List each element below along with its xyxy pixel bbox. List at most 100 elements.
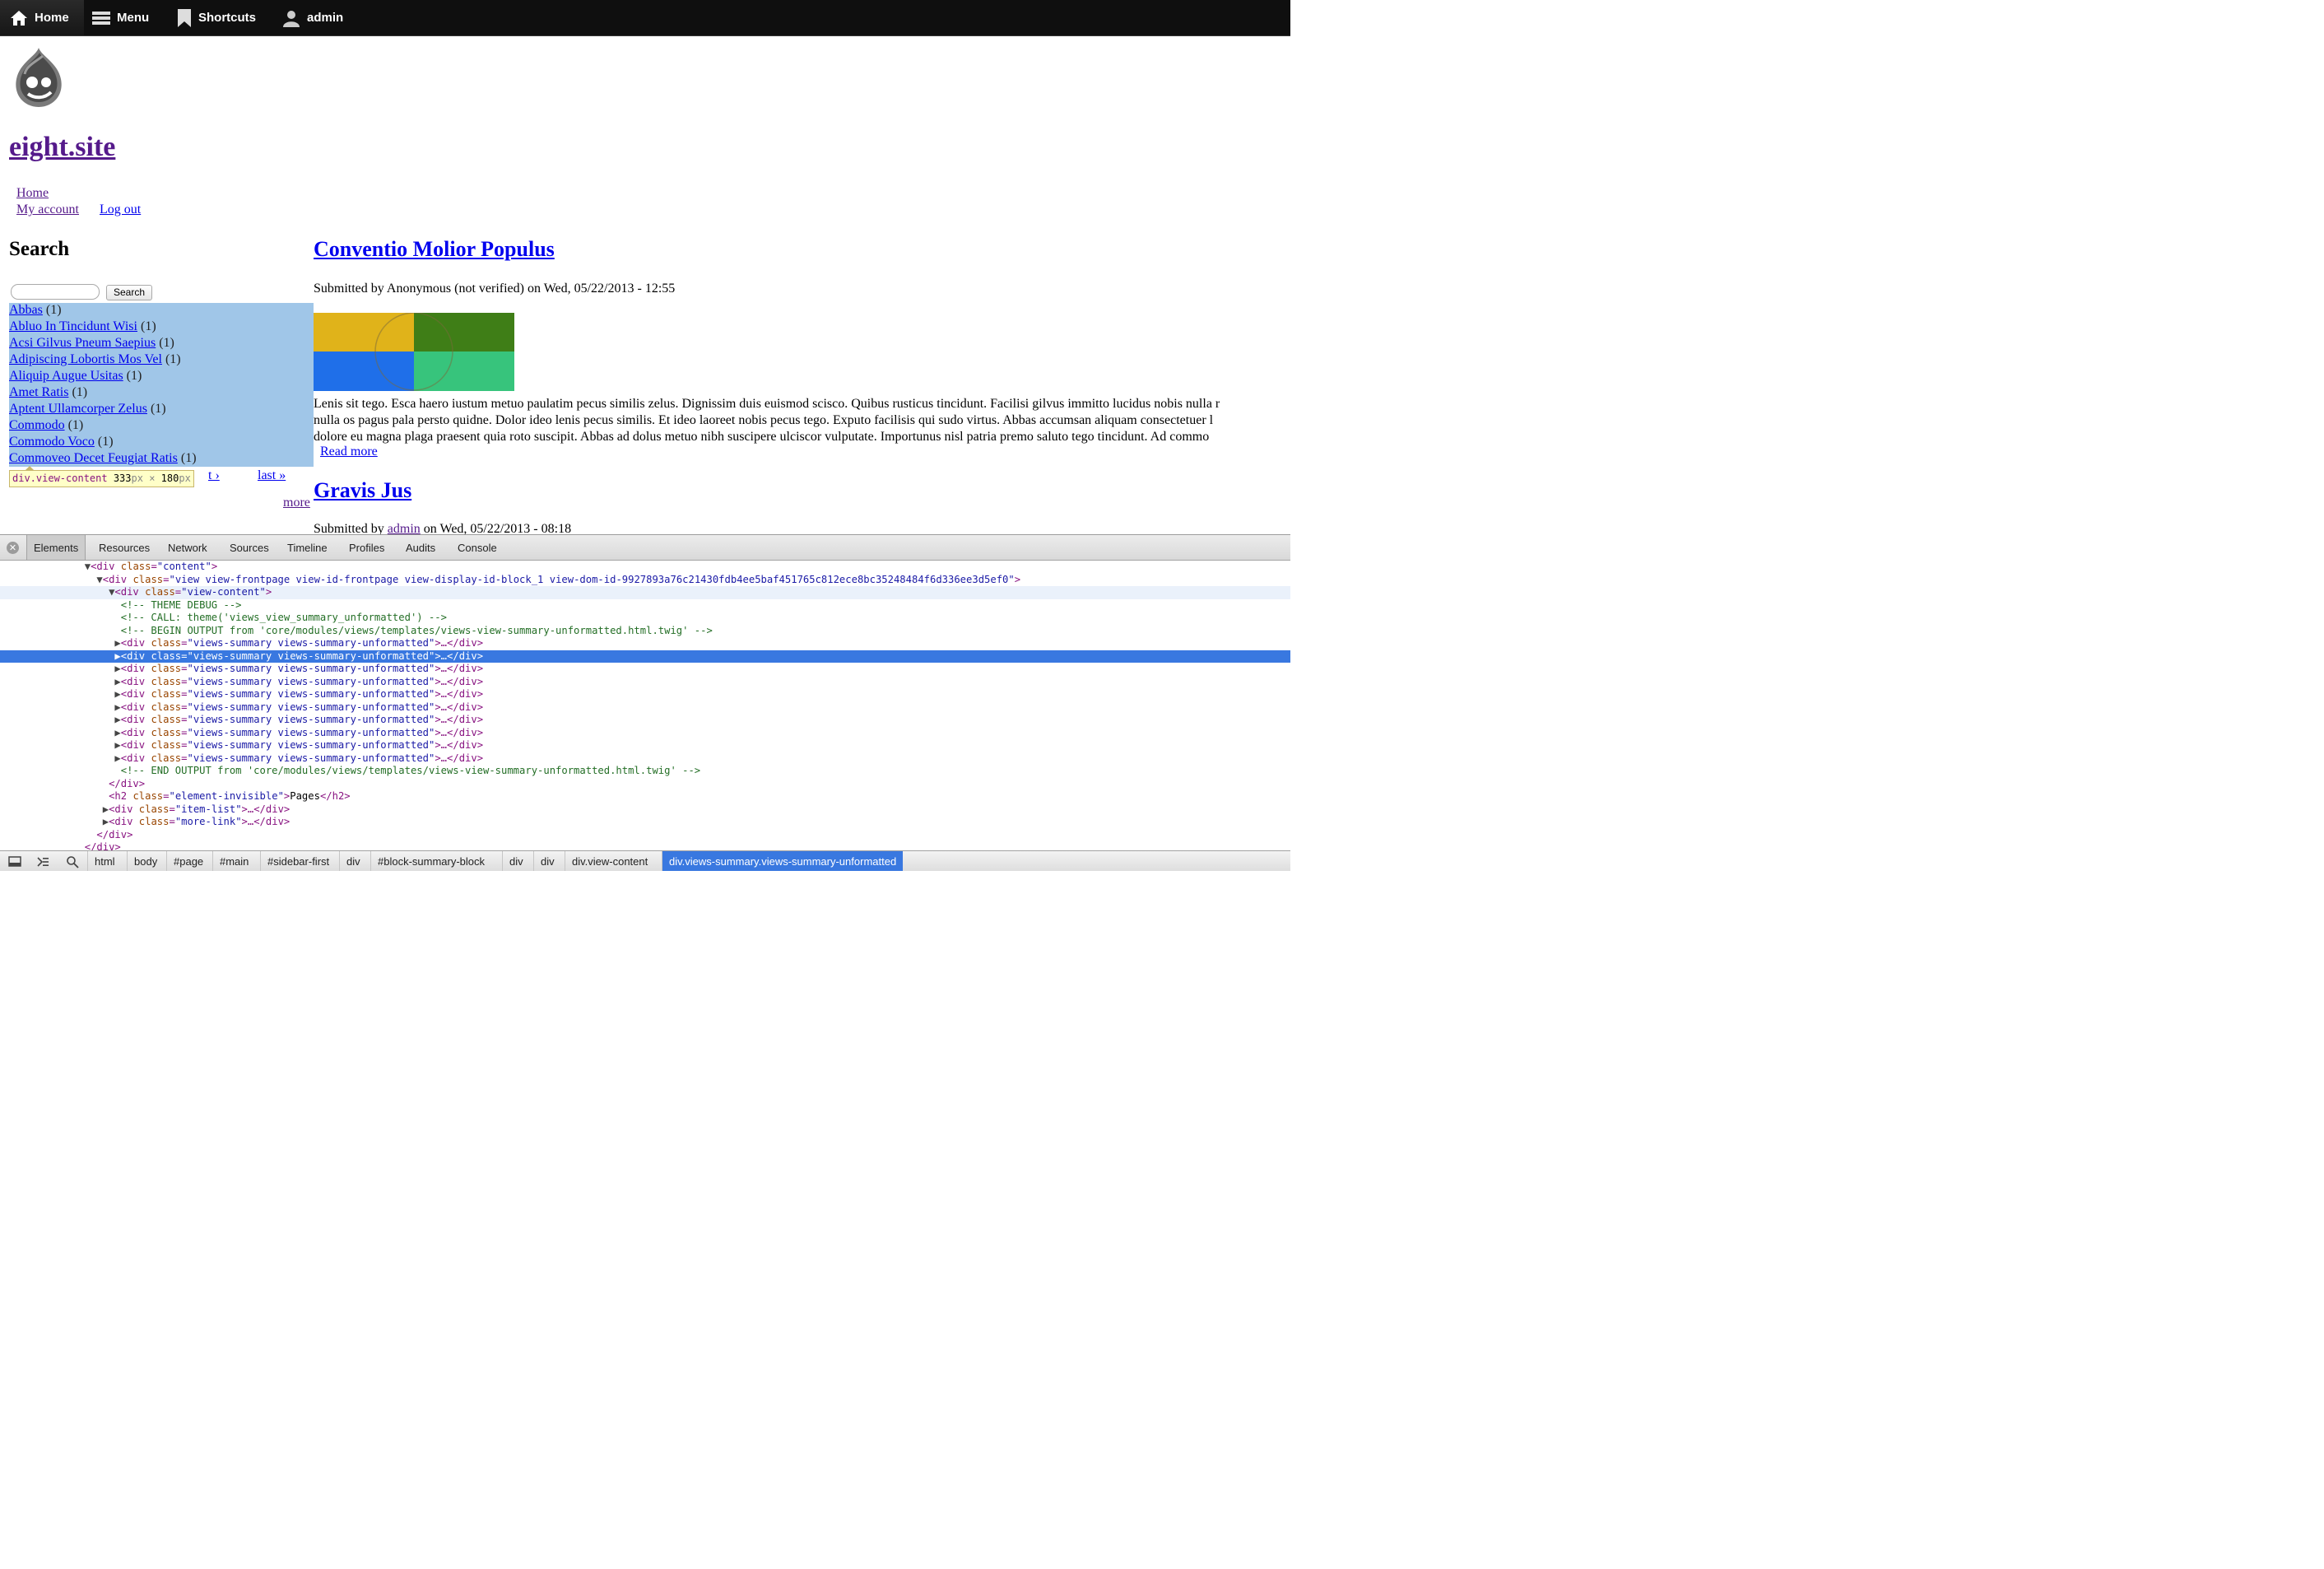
dom-node[interactable]: ▼<div class="view view-frontpage view-id… (0, 574, 1290, 587)
dom-node-views-summary[interactable]: ▶<div class="views-summary views-summary… (0, 727, 1290, 740)
dom-node[interactable]: </div> (0, 841, 1290, 850)
summary-item-link[interactable]: Commodo (9, 418, 65, 432)
node-submitted: Submitted by Anonymous (not verified) on… (314, 282, 676, 296)
summary-item-link[interactable]: Amet Ratis (9, 385, 68, 399)
pager-next-link[interactable]: t › (208, 468, 220, 483)
search-icon[interactable] (66, 855, 79, 868)
summary-item-count: (1) (150, 402, 166, 416)
inspect-tooltip: div.view-content 333px × 180px (9, 466, 194, 487)
summary-item-link[interactable]: Acsi Gilvus Pneum Saepius (9, 336, 156, 350)
site-name-link[interactable]: eight.site (9, 132, 115, 163)
summary-item: Aptent Ullamcorper Zelus (1) (9, 401, 197, 417)
devtools-statusbar: html body #page #main #sidebar-first div #bloc… (0, 850, 1290, 871)
console-drawer-icon[interactable] (36, 855, 49, 868)
dom-node[interactable]: ▼<div class="content"> (0, 561, 1290, 574)
summary-item: Amet Ratis (1) (9, 384, 197, 401)
dom-comment[interactable]: <!-- BEGIN OUTPUT from 'core/modules/vie… (0, 625, 1290, 638)
dom-node[interactable]: ▶<div class="more-link">…</div> (0, 816, 1290, 829)
devtools-tab-profiles[interactable]: Profiles (349, 535, 384, 560)
dom-node[interactable]: ▼<div class="view-content"> (0, 586, 1290, 599)
drupal-logo[interactable] (10, 46, 67, 109)
dom-node-views-summary[interactable]: ▶<div class="views-summary views-summary… (0, 701, 1290, 715)
user-icon (283, 10, 300, 27)
breadcrumb-item[interactable]: div (533, 851, 561, 871)
node-title-link[interactable]: Conventio Molior Populus (314, 237, 555, 262)
search-input[interactable] (11, 284, 100, 300)
toolbar-menu[interactable]: Menu (92, 0, 149, 35)
breadcrumb-item[interactable]: div.views-summary.views-summary-unformat… (662, 851, 904, 871)
summary-item-count: (1) (126, 369, 142, 383)
summary-item-count: (1) (140, 319, 156, 333)
dom-node[interactable]: </div> (0, 829, 1290, 842)
breadcrumb-item[interactable]: #main (212, 851, 255, 871)
dom-node-views-summary[interactable]: ▶<div class="views-summary views-summary… (0, 649, 1290, 663)
summary-item-link[interactable]: Aliquip Augue Usitas (9, 369, 123, 383)
home-icon (11, 10, 27, 26)
summary-item-link[interactable]: Abbas (9, 303, 43, 317)
dom-node-views-summary[interactable]: ▶<div class="views-summary views-summary… (0, 714, 1290, 727)
devtools-tab-network[interactable]: Network (168, 535, 207, 560)
summary-item-count: (1) (67, 418, 84, 432)
dom-comment[interactable]: <!-- THEME DEBUG --> (0, 599, 1290, 612)
breadcrumb-item[interactable]: #sidebar-first (260, 851, 336, 871)
dom-comment[interactable]: <!-- END OUTPUT from 'core/modules/views… (0, 765, 1290, 778)
nav-home-link[interactable]: Home (16, 186, 49, 201)
dom-node-views-summary[interactable]: ▶<div class="views-summary views-summary… (0, 637, 1290, 650)
breadcrumb-item[interactable]: div (339, 851, 367, 871)
summary-item-link[interactable]: Abluo In Tincidunt Wisi (9, 319, 137, 333)
breadcrumb-item[interactable]: html (87, 851, 122, 871)
summary-item-link[interactable]: Commoveo Decet Feugiat Ratis (9, 451, 178, 465)
summary-item-count: (1) (165, 352, 181, 366)
toolbar-shortcuts[interactable]: Shortcuts (177, 0, 256, 35)
dom-node[interactable]: ▶<div class="item-list">…</div> (0, 803, 1290, 817)
dom-node-views-summary[interactable]: ▶<div class="views-summary views-summary… (0, 752, 1290, 766)
pager-last-link[interactable]: last » (258, 468, 286, 483)
toolbar-user[interactable]: admin (282, 0, 343, 35)
summary-item: Adipiscing Lobortis Mos Vel (1) (9, 352, 197, 368)
devtools-tab-audits[interactable]: Audits (406, 535, 435, 560)
devtools-tab-resources[interactable]: Resources (99, 535, 150, 560)
breadcrumb-item[interactable]: body (127, 851, 164, 871)
nav-logout-link[interactable]: Log out (100, 203, 141, 217)
node-image[interactable] (314, 313, 514, 391)
dom-node-views-summary[interactable]: ▶<div class="views-summary views-summary… (0, 676, 1290, 689)
summary-item: Commodo (1) (9, 417, 197, 434)
dom-node-views-summary[interactable]: ▶<div class="views-summary views-summary… (0, 739, 1290, 752)
node-body-line: nulla os pagus pala persto quidne. Dolor… (314, 413, 1214, 427)
summary-item: Aliquip Augue Usitas (1) (9, 368, 197, 384)
dom-node-views-summary[interactable]: ▶<div class="views-summary views-summary… (0, 688, 1290, 701)
dom-comment[interactable]: <!-- CALL: theme('views_view_summary_unf… (0, 612, 1290, 625)
dom-node-views-summary[interactable]: ▶<div class="views-summary views-summary… (0, 663, 1290, 676)
breadcrumb-item[interactable]: #page (166, 851, 210, 871)
close-icon[interactable]: ✕ (7, 542, 19, 554)
summary-item-link[interactable]: Commodo Voco (9, 435, 95, 449)
read-more-link[interactable]: Read more (320, 445, 378, 459)
toolbar-home-label: Home (35, 11, 69, 25)
devtools-tab-timeline[interactable]: Timeline (287, 535, 328, 560)
summary-item: Abluo In Tincidunt Wisi (1) (9, 319, 197, 335)
toolbar-home[interactable]: Home (0, 0, 84, 35)
menu-icon (92, 11, 110, 25)
more-link[interactable]: more (283, 496, 310, 510)
bookmark-icon (178, 8, 191, 27)
devtools-tab-sources[interactable]: Sources (230, 535, 269, 560)
dom-node[interactable]: <h2 class="element-invisible">Pages</h2> (0, 790, 1290, 803)
dock-icon[interactable] (8, 855, 21, 868)
node-body: Lenis sit tego. Esca haero iustum metuo … (314, 396, 1290, 445)
tooltip-unit: px (131, 473, 143, 484)
devtools-tabbar: ✕ Elements Resources Network Sources Tim… (0, 535, 1290, 561)
breadcrumb-item[interactable]: #block-summary-block (370, 851, 491, 871)
devtools-tab-console[interactable]: Console (458, 535, 497, 560)
devtools-tab-elements[interactable]: Elements (26, 535, 86, 560)
node-body-line: Lenis sit tego. Esca haero iustum metuo … (314, 397, 1220, 411)
breadcrumb-item[interactable]: div (502, 851, 530, 871)
node-title-link[interactable]: Gravis Jus (314, 478, 411, 503)
search-button[interactable]: Search (106, 285, 152, 300)
node-body-line: dolore eu magna plaga praesent quia roto… (314, 430, 1210, 444)
summary-item-link[interactable]: Adipiscing Lobortis Mos Vel (9, 352, 162, 366)
breadcrumb-item[interactable]: div.view-content (565, 851, 654, 871)
nav-my-account-link[interactable]: My account (16, 203, 79, 217)
summary-item: Commoveo Decet Feugiat Ratis (1) (9, 450, 197, 467)
dom-node[interactable]: </div> (0, 778, 1290, 791)
summary-item-link[interactable]: Aptent Ullamcorper Zelus (9, 402, 147, 416)
